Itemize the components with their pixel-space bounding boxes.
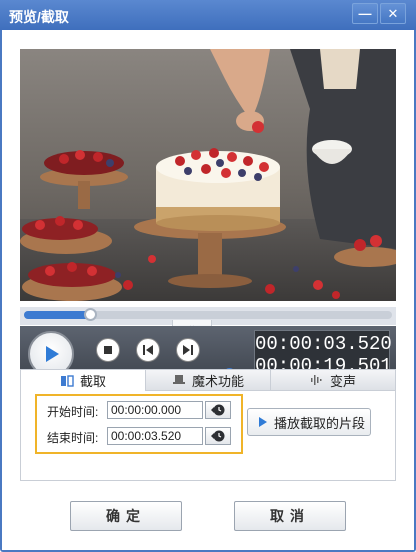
step-forward-icon (183, 345, 193, 355)
video-frame-image (20, 49, 396, 301)
ok-button[interactable]: 确定 (70, 501, 182, 531)
window-title: 预览/截取 (9, 9, 69, 25)
seek-track[interactable] (24, 308, 392, 321)
scissors-icon (60, 374, 74, 387)
end-time-label: 结束时间: (47, 431, 99, 445)
tab-bar: 截取 魔术功能 变声 (21, 370, 395, 391)
close-button[interactable]: ✕ (380, 3, 406, 24)
play-segment-button[interactable]: 播放截取的片段 (247, 408, 371, 436)
set-end-button[interactable] (205, 427, 231, 445)
tab-voice-change-label: 变声 (329, 373, 356, 389)
video-preview[interactable] (20, 49, 396, 301)
minimize-button[interactable]: — (352, 3, 378, 24)
tab-trim[interactable]: 截取 (21, 370, 146, 391)
title-bar[interactable]: 预览/截取 — ✕ (0, 0, 416, 30)
next-frame-button[interactable] (176, 338, 200, 362)
clock-reset-icon (211, 430, 225, 442)
dialog-window: 预览/截取 — ✕ ⌄ 00:00:03.520 00:00:19.501 截取… (0, 0, 416, 552)
end-time-input[interactable] (107, 427, 203, 445)
trim-time-group: 开始时间: 结束时间: (35, 394, 243, 454)
seek-progress-fill (24, 311, 91, 319)
dialog-body: ⌄ 00:00:03.520 00:00:19.501 截取 魔术功能 变声 开… (2, 30, 414, 550)
start-time-label: 开始时间: (47, 405, 99, 419)
tab-magic[interactable]: 魔术功能 (146, 370, 271, 391)
seek-handle[interactable] (84, 308, 98, 321)
start-time-input[interactable] (107, 401, 203, 419)
cancel-button[interactable]: 取消 (234, 501, 346, 531)
set-start-button[interactable] (205, 401, 231, 419)
play-segment-label: 播放截取的片段 (274, 415, 366, 431)
play-icon (259, 417, 267, 427)
tab-magic-label: 魔术功能 (191, 373, 244, 389)
step-back-icon (143, 345, 153, 355)
prev-frame-button[interactable] (136, 338, 160, 362)
stop-button[interactable] (96, 338, 120, 362)
play-icon (46, 346, 59, 362)
stop-icon (104, 346, 112, 354)
tab-voice-change[interactable]: 变声 (271, 370, 395, 391)
sound-wave-icon (310, 375, 322, 385)
magic-hat-icon (172, 375, 185, 384)
tab-trim-label: 截取 (79, 374, 106, 389)
clock-reset-icon (211, 404, 225, 416)
tools-panel: 截取 魔术功能 变声 开始时间: 00:00:00.000 结束时间: 00:0… (20, 369, 396, 481)
current-time: 00:00:03.520 (255, 333, 392, 355)
